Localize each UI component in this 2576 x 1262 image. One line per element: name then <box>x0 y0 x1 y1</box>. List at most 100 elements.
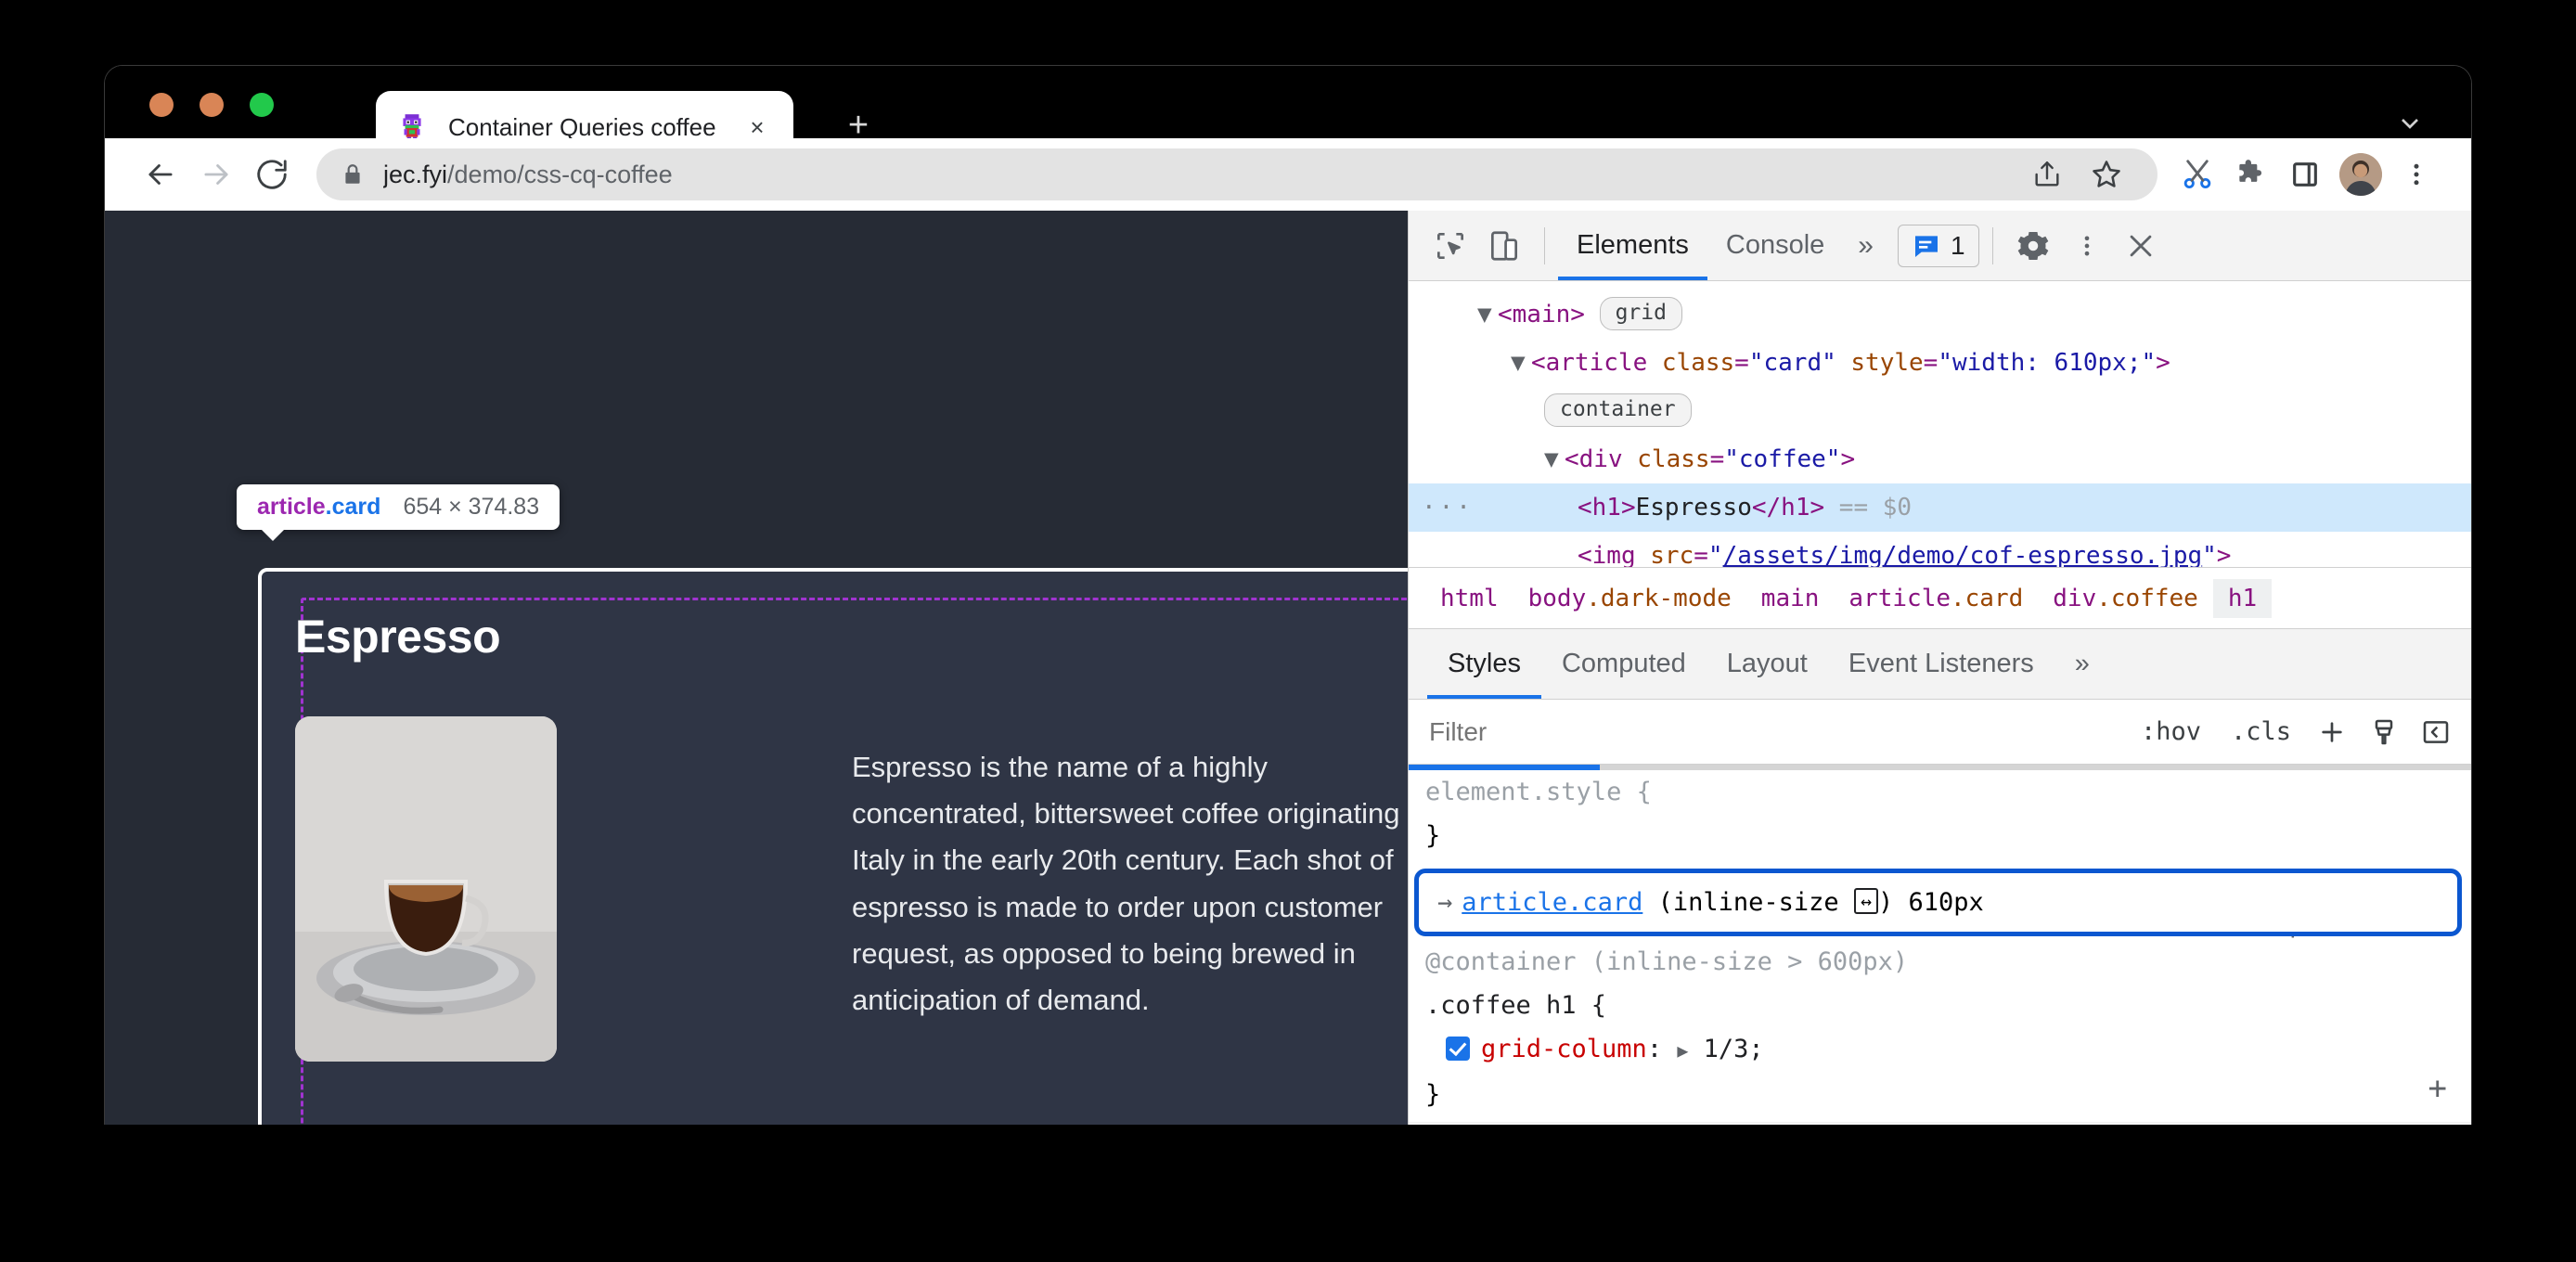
inspect-tooltip-dimensions: 654 × 374.83 <box>403 494 540 520</box>
toggle-sidebar-icon[interactable] <box>2412 708 2460 756</box>
tab-elements[interactable]: Elements <box>1558 212 1707 280</box>
container-query-highlight-row[interactable]: → article.card (inline-size ↔) 610px <box>1414 869 2462 936</box>
browser-window: Container Queries coffee × + jec.fyi/dem… <box>104 65 2472 1125</box>
back-button[interactable] <box>133 147 188 202</box>
inspect-tooltip-selector: article.card <box>257 494 380 521</box>
dom-node-h1-selected[interactable]: ··· <h1>Espresso</h1> == $0 <box>1409 483 2471 532</box>
minimize-window-button[interactable] <box>200 93 224 117</box>
window-controls <box>149 93 274 117</box>
declaration-property-name[interactable]: grid-column <box>1481 1035 1647 1063</box>
browser-toolbar: jec.fyi/demo/css-cq-coffee <box>105 138 2471 211</box>
rule-next-partial[interactable] <box>1409 1122 2471 1125</box>
issues-chip[interactable]: 1 <box>1897 224 1979 267</box>
forward-button[interactable] <box>188 147 244 202</box>
plus-icon[interactable] <box>2308 708 2356 756</box>
dom-node-main[interactable]: ▼ <main> grid <box>1409 290 2471 339</box>
side-panel-icon[interactable] <box>2278 148 2332 201</box>
breadcrumb-item-html[interactable]: html <box>1425 579 1513 618</box>
grid-badge[interactable]: grid <box>1599 297 1682 330</box>
breadcrumb-item-h1[interactable]: h1 <box>2212 578 2273 618</box>
tab-styles[interactable]: Styles <box>1427 630 1541 699</box>
dom-node-menu-dots[interactable]: ··· <box>1422 483 1474 532</box>
share-icon[interactable] <box>2020 148 2074 201</box>
reload-button[interactable] <box>244 147 300 202</box>
filter-actions: :hov .cls <box>2128 708 2471 756</box>
expand-arrow-icon[interactable]: ▼ <box>1544 435 1565 483</box>
dom-h1-close: </h1> <box>1751 494 1825 522</box>
container-arrow-icon: → <box>1437 888 1453 917</box>
omnibox-host: jec.fyi <box>383 160 448 188</box>
extensions-puzzle-icon[interactable] <box>2224 148 2278 201</box>
breadcrumb-article-tag: article <box>1848 584 1951 612</box>
gear-icon[interactable] <box>2006 219 2060 273</box>
dom-div-close-bracket: > <box>1840 445 1856 473</box>
paintbrush-icon[interactable] <box>2360 708 2408 756</box>
omnibox[interactable]: jec.fyi/demo/css-cq-coffee <box>316 148 2157 200</box>
more-options-icon[interactable] <box>2060 219 2114 273</box>
breadcrumb-item-div[interactable]: div.coffee <box>2038 579 2213 618</box>
inline-size-arrows-icon: ↔ <box>1853 888 1878 914</box>
declaration-enabled-checkbox[interactable] <box>1446 1037 1470 1061</box>
declaration-grid-column[interactable]: grid-column: ▶ 1/3; <box>1425 1027 2471 1073</box>
dom-node-article[interactable]: ▼ <article class="card" style="width: 610… <box>1409 339 2471 387</box>
inspect-tooltip-tag: article <box>257 494 326 520</box>
tab-event-listeners[interactable]: Event Listeners <box>1828 630 2054 699</box>
inspect-element-icon[interactable] <box>1423 219 1477 273</box>
cls-toggle[interactable]: .cls <box>2218 717 2304 746</box>
devtools-toolbar: Elements Console » 1 <box>1409 211 2471 281</box>
devtools-panel: Elements Console » 1 ▼ <main> grid ▼ <ar… <box>1408 211 2471 1125</box>
dom-img-quote-open: " <box>1707 542 1723 567</box>
close-window-button[interactable] <box>149 93 174 117</box>
breadcrumb-item-main[interactable]: main <box>1746 579 1835 618</box>
close-devtools-icon[interactable] <box>2114 219 2168 273</box>
dom-tree[interactable]: ▼ <main> grid ▼ <article class="card" styl… <box>1409 281 2471 567</box>
expand-arrow-icon[interactable]: ▼ <box>1477 290 1498 339</box>
expand-value-triangle-icon[interactable]: ▶ <box>1677 1039 1688 1062</box>
tab-layout[interactable]: Layout <box>1707 630 1828 699</box>
dom-img-attr-src: src <box>1650 542 1694 567</box>
dom-node-img[interactable]: <img src="/assets/img/demo/cof-espresso.… <box>1409 532 2471 567</box>
profile-avatar[interactable] <box>2339 153 2382 196</box>
content-area: article.card 654 × 374.83 Espresso Espre… <box>105 211 2471 1125</box>
filter-input[interactable] <box>1429 716 2128 747</box>
declaration-property-value[interactable]: 1/3; <box>1704 1035 1764 1063</box>
omnibox-url: jec.fyi/demo/css-cq-coffee <box>383 161 673 189</box>
dom-article-class-value: "card" <box>1748 349 1836 377</box>
lock-icon <box>341 162 365 187</box>
dom-article-open: <article <box>1531 349 1662 377</box>
container-badge[interactable]: container <box>1544 393 1692 427</box>
dom-eq-marker: == <box>1824 494 1883 522</box>
scissors-icon[interactable] <box>2170 148 2224 201</box>
issues-count: 1 <box>1950 230 1965 260</box>
dom-article-attr-style: style <box>1835 349 1924 377</box>
omnibox-path: /demo/css-cq-coffee <box>447 160 673 188</box>
add-declaration-icon[interactable]: + <box>2428 1073 2447 1104</box>
maximize-window-button[interactable] <box>250 93 274 117</box>
breadcrumb-article-class: .card <box>1951 584 2024 612</box>
rule-element-style[interactable]: element.style { } <box>1409 765 2471 863</box>
tab-strip: Container Queries coffee × + <box>105 66 2471 163</box>
bookmark-star-icon[interactable] <box>2080 148 2133 201</box>
more-tabs-icon[interactable]: » <box>1843 212 1888 280</box>
tab-console[interactable]: Console <box>1707 212 1843 280</box>
dom-img-src-link[interactable]: /assets/img/demo/cof-espresso.jpg <box>1723 542 2203 567</box>
espresso-cup-photo <box>295 716 557 1062</box>
breadcrumb-item-body[interactable]: body.dark-mode <box>1513 579 1746 618</box>
issues-speech-bubble-icon <box>1914 235 1938 257</box>
chrome-menu-icon[interactable] <box>2389 148 2443 201</box>
dom-eq-1: = <box>1734 349 1749 377</box>
container-element-link[interactable]: article.card <box>1462 888 1642 917</box>
hov-toggle[interactable]: :hov <box>2128 717 2214 746</box>
dom-node-div-coffee[interactable]: ▼ <div class="coffee"> <box>1409 435 2471 483</box>
device-toolbar-icon[interactable] <box>1477 219 1531 273</box>
more-sidebar-tabs-icon[interactable]: » <box>2054 630 2110 699</box>
expand-arrow-icon[interactable]: ▼ <box>1511 339 1531 387</box>
dom-eq-4: = <box>1694 542 1708 567</box>
breadcrumb-item-article[interactable]: article.card <box>1834 579 2038 618</box>
styles-pane-tabs: Styles Computed Layout Event Listeners » <box>1409 628 2471 699</box>
breadcrumb-h1-tag: h1 <box>2227 584 2258 612</box>
tab-computed[interactable]: Computed <box>1541 630 1707 699</box>
styles-rules-list[interactable]: element.style { } → article.card (inline-… <box>1409 764 2471 1125</box>
container-inline-size-label: (inline-size <box>1657 888 1839 917</box>
dom-div-class-value: "coffee" <box>1724 445 1841 473</box>
